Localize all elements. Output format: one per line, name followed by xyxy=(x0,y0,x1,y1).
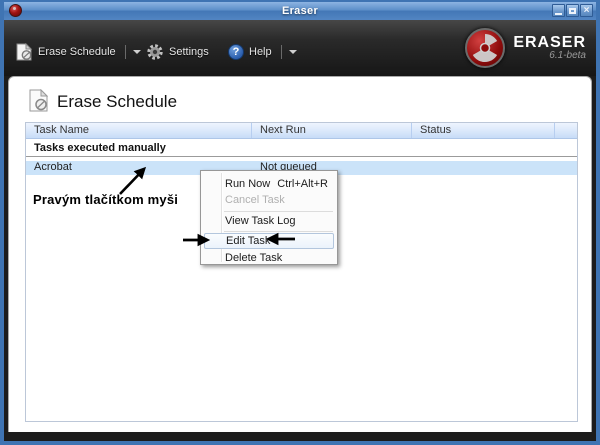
context-menu: Run Now Ctrl+Alt+R Cancel Task View Task… xyxy=(200,170,338,265)
erase-schedule-label: Erase Schedule xyxy=(38,46,116,58)
menu-separator xyxy=(224,211,333,212)
brand-text: ERASER 6.1-beta xyxy=(513,35,586,61)
minimize-icon xyxy=(555,13,562,15)
table-header: Task Name Next Run Status xyxy=(26,123,577,139)
close-button[interactable]: × xyxy=(580,4,593,17)
task-status-cell xyxy=(412,161,555,175)
menu-separator xyxy=(224,231,333,232)
erase-schedule-button[interactable]: Erase Schedule xyxy=(16,40,141,64)
page-header: Erase Schedule xyxy=(29,89,177,112)
help-icon: ? xyxy=(228,44,244,60)
task-table[interactable]: Task Name Next Run Status Tasks executed… xyxy=(25,122,578,422)
column-header-spare xyxy=(555,123,577,138)
brand-version: 6.1-beta xyxy=(513,51,586,61)
erase-schedule-dropdown-icon[interactable] xyxy=(133,50,141,54)
maximize-button[interactable] xyxy=(566,4,579,17)
eraser-radiation-logo-icon xyxy=(465,28,505,68)
help-button[interactable]: ? Help xyxy=(228,40,297,64)
menu-item-delete-task[interactable]: Delete Task xyxy=(204,250,334,266)
group-header-manual-tasks: Tasks executed manually xyxy=(26,142,577,157)
settings-button[interactable]: Settings xyxy=(146,40,209,64)
maximize-icon xyxy=(569,8,576,14)
titlebar: Eraser × xyxy=(4,2,596,20)
column-header-next-run[interactable]: Next Run xyxy=(252,123,412,138)
brand-area: ERASER 6.1-beta xyxy=(465,28,586,68)
erase-schedule-icon xyxy=(16,43,33,61)
column-header-status[interactable]: Status xyxy=(412,123,555,138)
menu-item-view-task-log[interactable]: View Task Log xyxy=(204,213,334,229)
menu-item-label: Delete Task xyxy=(225,252,282,264)
menu-item-run-now[interactable]: Run Now Ctrl+Alt+R xyxy=(204,176,334,192)
window-title: Eraser xyxy=(4,5,596,17)
erase-schedule-page-icon xyxy=(29,89,48,112)
menu-item-edit-task[interactable]: Edit Task xyxy=(204,233,334,249)
brand-name: ERASER xyxy=(513,35,586,51)
help-dropdown-icon[interactable] xyxy=(289,50,297,54)
toolbar: Erase Schedule Settings ? Help xyxy=(4,20,596,76)
menu-item-label: Cancel Task xyxy=(225,194,285,206)
settings-gear-icon xyxy=(146,43,164,61)
menu-item-label: Edit Task xyxy=(226,235,270,247)
app-logo-icon xyxy=(9,4,22,17)
column-header-task-name[interactable]: Task Name xyxy=(26,123,252,138)
close-icon: × xyxy=(584,6,590,16)
menu-item-label: View Task Log xyxy=(225,215,296,227)
menu-item-cancel-task: Cancel Task xyxy=(204,192,334,208)
menu-item-label: Run Now xyxy=(225,178,270,190)
help-label: Help xyxy=(249,46,272,58)
menu-item-shortcut: Ctrl+Alt+R xyxy=(277,178,334,190)
toolbar-separator xyxy=(281,45,282,59)
page-title: Erase Schedule xyxy=(57,92,177,112)
window-controls: × xyxy=(552,4,593,17)
settings-label: Settings xyxy=(169,46,209,58)
annotation-right-click-label: Pravým tlačítkom myši xyxy=(33,192,178,207)
minimize-button[interactable] xyxy=(552,4,565,17)
toolbar-separator xyxy=(125,45,126,59)
